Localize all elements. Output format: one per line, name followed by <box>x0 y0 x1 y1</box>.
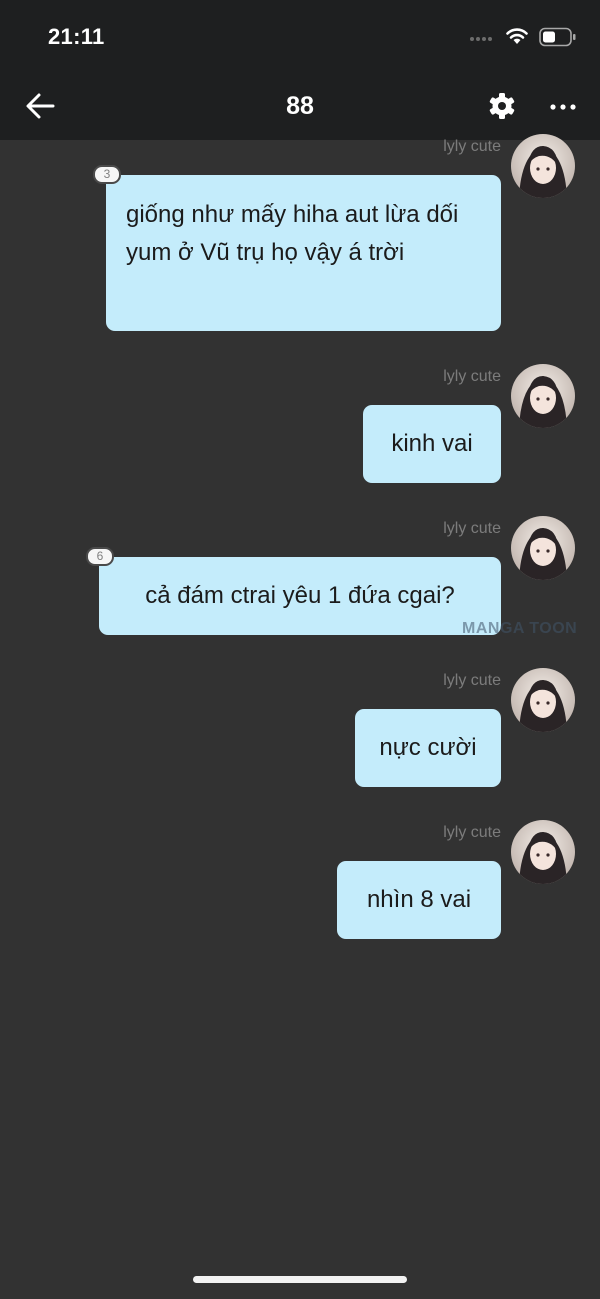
status-time: 21:11 <box>48 24 105 49</box>
more-icon[interactable] <box>548 92 578 122</box>
signal-icon <box>470 37 498 45</box>
home-indicator[interactable] <box>193 1276 407 1283</box>
sender-name: lyly cute <box>443 138 501 155</box>
reply-count-badge[interactable]: 6 <box>86 547 114 566</box>
sender-name: lyly cute <box>443 368 501 385</box>
message-text: cả đám ctrai yêu 1 đứa cgai? <box>145 582 455 609</box>
message-bubble[interactable]: nhìn 8 vai <box>337 861 501 939</box>
reply-count-badge[interactable]: 3 <box>93 165 121 184</box>
avatar[interactable] <box>511 134 575 198</box>
back-arrow-icon[interactable] <box>22 88 58 124</box>
message-text: nực cười <box>379 734 477 761</box>
avatar[interactable] <box>511 668 575 732</box>
message-bubble[interactable]: kinh vai <box>363 405 501 483</box>
chat-title: 88 <box>286 92 314 120</box>
avatar[interactable] <box>511 820 575 884</box>
watermark: MANGA TOON <box>462 620 578 637</box>
sender-name: lyly cute <box>443 520 501 537</box>
message-bubble[interactable]: cả đám ctrai yêu 1 đứa cgai? <box>99 557 501 635</box>
message-text: giống như mấy hiha aut lừa dối yum ở Vũ … <box>126 201 459 266</box>
sender-name: lyly cute <box>443 672 501 689</box>
gear-icon[interactable] <box>487 91 517 121</box>
message-bubble[interactable]: giống như mấy hiha aut lừa dối yum ở Vũ … <box>106 175 501 331</box>
message-text: kinh vai <box>391 430 473 457</box>
avatar[interactable] <box>511 364 575 428</box>
wifi-icon <box>506 28 528 44</box>
sender-name: lyly cute <box>443 824 501 841</box>
message-text: nhìn 8 vai <box>366 886 472 913</box>
battery-icon <box>539 27 576 47</box>
message-bubble[interactable]: nực cười <box>355 709 501 787</box>
avatar[interactable] <box>511 516 575 580</box>
